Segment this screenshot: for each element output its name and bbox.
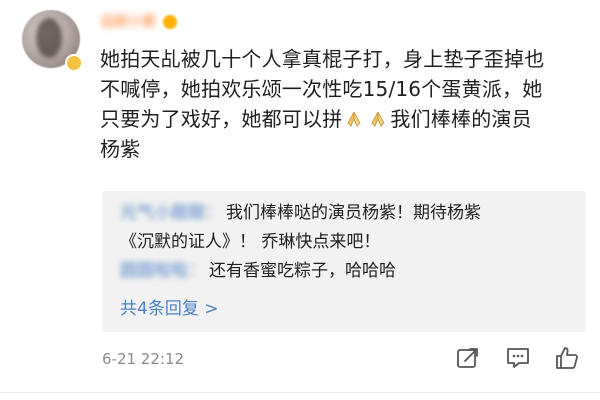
weibo-comment: 追剧小鹿 她拍天乩被几十个人拿真棍子打，身上垫子歪掉也 不喊停，她拍欢乐颂一次性… xyxy=(0,0,600,400)
reply-text: 还有香蜜吃粽子，哈哈哈 xyxy=(209,261,396,281)
comment-text: 她拍天乩被几十个人拿真棍子打，身上垫子歪掉也 不喊停，她拍欢乐颂一次性吃15/1… xyxy=(100,44,582,164)
reply-item[interactable]: 元气小甜甜： 我们棒棒哒的演员杨紫！期待杨紫 《沉默的证人》！ 乔琳快点来吧！ xyxy=(120,199,560,257)
more-replies-link[interactable]: 共4条回复 > xyxy=(120,295,218,324)
verified-badge-icon xyxy=(65,54,83,72)
comment-line-3-b: 我们棒棒的演员 xyxy=(390,107,532,131)
replies-box: 元气小甜甜： 我们棒棒哒的演员杨紫！期待杨紫 《沉默的证人》！ 乔琳快点来吧！ 圆… xyxy=(102,191,586,332)
comment-icon[interactable] xyxy=(505,345,531,371)
comment-line-2: 不喊停，她拍欢乐颂一次性吃15/16个蛋黄派，她 xyxy=(100,77,543,101)
reply-username[interactable]: 元气小甜甜： xyxy=(120,203,222,223)
timestamp: 6-21 22:12 xyxy=(102,350,185,368)
share-icon[interactable] xyxy=(455,345,481,371)
reply-item[interactable]: 圆圆啦啦： 还有香蜜吃粽子，哈哈哈 xyxy=(120,257,560,286)
comment-line-1: 她拍天乩被几十个人拿真棍子打，身上垫子歪掉也 xyxy=(100,47,545,71)
pray-hands-icon xyxy=(347,111,361,127)
reply-text: 我们棒棒哒的演员杨紫！期待杨紫 xyxy=(226,203,481,223)
reply-text-continued: 《沉默的证人》！ 乔琳快点来吧！ xyxy=(120,232,381,252)
comment-line-3-a: 只要为了戏好，她都可以拼 xyxy=(100,107,343,131)
username[interactable]: 追剧小鹿 xyxy=(100,12,156,32)
pray-hands-icon xyxy=(371,111,385,127)
reply-username[interactable]: 圆圆啦啦： xyxy=(120,261,205,281)
divider xyxy=(0,392,600,393)
comment-line-3: 只要为了戏好，她都可以拼 我们棒棒的演员 xyxy=(100,104,582,134)
comment-line-4: 杨紫 xyxy=(100,137,141,161)
like-icon[interactable] xyxy=(554,345,580,371)
vip-icon xyxy=(163,15,177,29)
